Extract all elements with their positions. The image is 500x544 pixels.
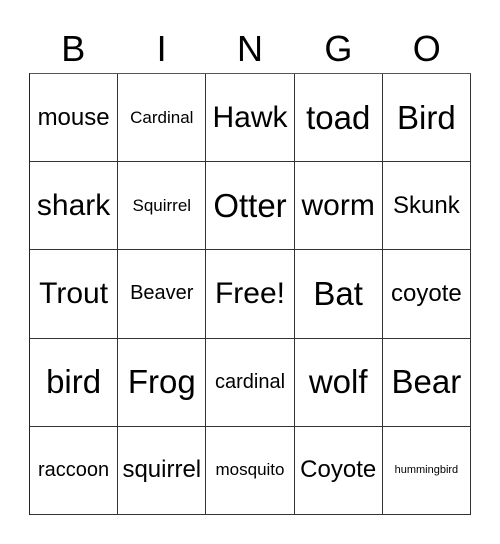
header-letter-n: N bbox=[236, 28, 263, 69]
bingo-cell[interactable]: squirrel bbox=[118, 426, 207, 515]
bingo-cell[interactable]: Bear bbox=[382, 338, 471, 427]
bingo-cell[interactable]: worm bbox=[294, 162, 383, 251]
bingo-cell[interactable]: wolf bbox=[294, 338, 383, 427]
bingo-cell[interactable]: Beaver bbox=[118, 250, 207, 339]
bingo-cell[interactable]: Bird bbox=[382, 74, 471, 163]
bingo-cell[interactable]: toad bbox=[294, 74, 383, 163]
bingo-header: B I N G O bbox=[29, 26, 471, 72]
bingo-cell[interactable]: mosquito bbox=[206, 426, 295, 515]
bingo-cell[interactable]: Skunk bbox=[382, 162, 471, 251]
bingo-cell[interactable]: raccoon bbox=[30, 426, 119, 515]
header-letter-b: B bbox=[61, 28, 86, 69]
header-letter-g: G bbox=[324, 28, 353, 69]
bingo-cell[interactable]: coyote bbox=[382, 250, 471, 339]
bingo-cell[interactable]: Coyote bbox=[294, 426, 383, 515]
bingo-cell[interactable]: Otter bbox=[206, 162, 295, 251]
bingo-cell[interactable]: Squirrel bbox=[118, 162, 207, 251]
header-letter-i: I bbox=[156, 28, 167, 69]
bingo-cell[interactable]: Bat bbox=[294, 250, 383, 339]
bingo-cell[interactable]: Trout bbox=[30, 250, 119, 339]
bingo-cell-free[interactable]: Free! bbox=[206, 250, 295, 339]
bingo-cell[interactable]: Frog bbox=[118, 338, 207, 427]
bingo-card-grid: mouse Cardinal Hawk toad Bird shark Squi… bbox=[29, 73, 471, 515]
bingo-cell[interactable]: mouse bbox=[30, 74, 119, 163]
bingo-cell[interactable]: shark bbox=[30, 162, 119, 251]
header-letter-o: O bbox=[412, 28, 441, 69]
bingo-cell[interactable]: cardinal bbox=[206, 338, 295, 427]
bingo-cell[interactable]: Hawk bbox=[206, 74, 295, 163]
bingo-cell[interactable]: bird bbox=[30, 338, 119, 427]
bingo-cell[interactable]: hummingbird bbox=[382, 426, 471, 515]
bingo-cell[interactable]: Cardinal bbox=[118, 74, 207, 163]
